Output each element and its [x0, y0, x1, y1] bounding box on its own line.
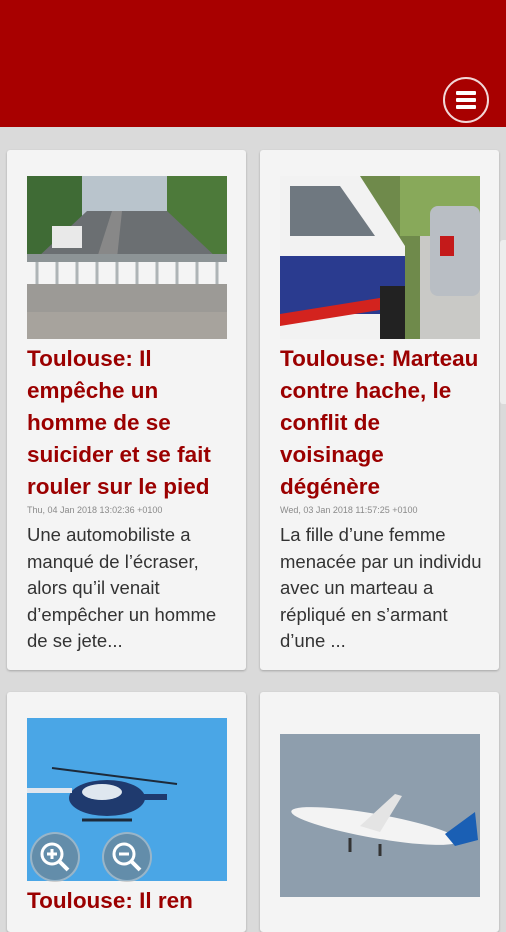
article-date: Wed, 03 Jan 2018 11:57:25 +0100	[280, 505, 418, 515]
drawer-handle[interactable]	[500, 240, 506, 404]
article-date: Thu, 04 Jan 2018 13:02:36 +0100	[27, 505, 163, 515]
article-title[interactable]: Toulouse: Il ren	[27, 888, 193, 914]
app-header	[0, 0, 506, 127]
zoom-in-icon	[40, 842, 70, 872]
article-image	[27, 176, 227, 339]
article-card[interactable]: Toulouse: Il empêche un homme de se suic…	[7, 150, 246, 670]
article-excerpt: La fille d’une femme menacée par un indi…	[280, 524, 482, 651]
hamburger-menu-icon	[456, 91, 476, 109]
article-card[interactable]	[260, 692, 499, 932]
article-excerpt: Une automobiliste a manqué de l’écraser,…	[27, 524, 217, 651]
menu-button[interactable]	[443, 77, 489, 123]
zoom-in-button[interactable]	[30, 832, 80, 882]
article-image	[280, 734, 480, 897]
article-image	[280, 176, 480, 339]
article-card[interactable]: Toulouse: Marteau contre hache, le confl…	[260, 150, 499, 670]
zoom-out-icon	[112, 842, 142, 872]
article-title[interactable]: Toulouse: Il empêche un homme de se suic…	[27, 343, 227, 503]
article-title[interactable]: Toulouse: Marteau contre hache, le confl…	[280, 343, 480, 503]
article-card[interactable]: Toulouse: Il ren	[7, 692, 246, 932]
zoom-out-button[interactable]	[102, 832, 152, 882]
